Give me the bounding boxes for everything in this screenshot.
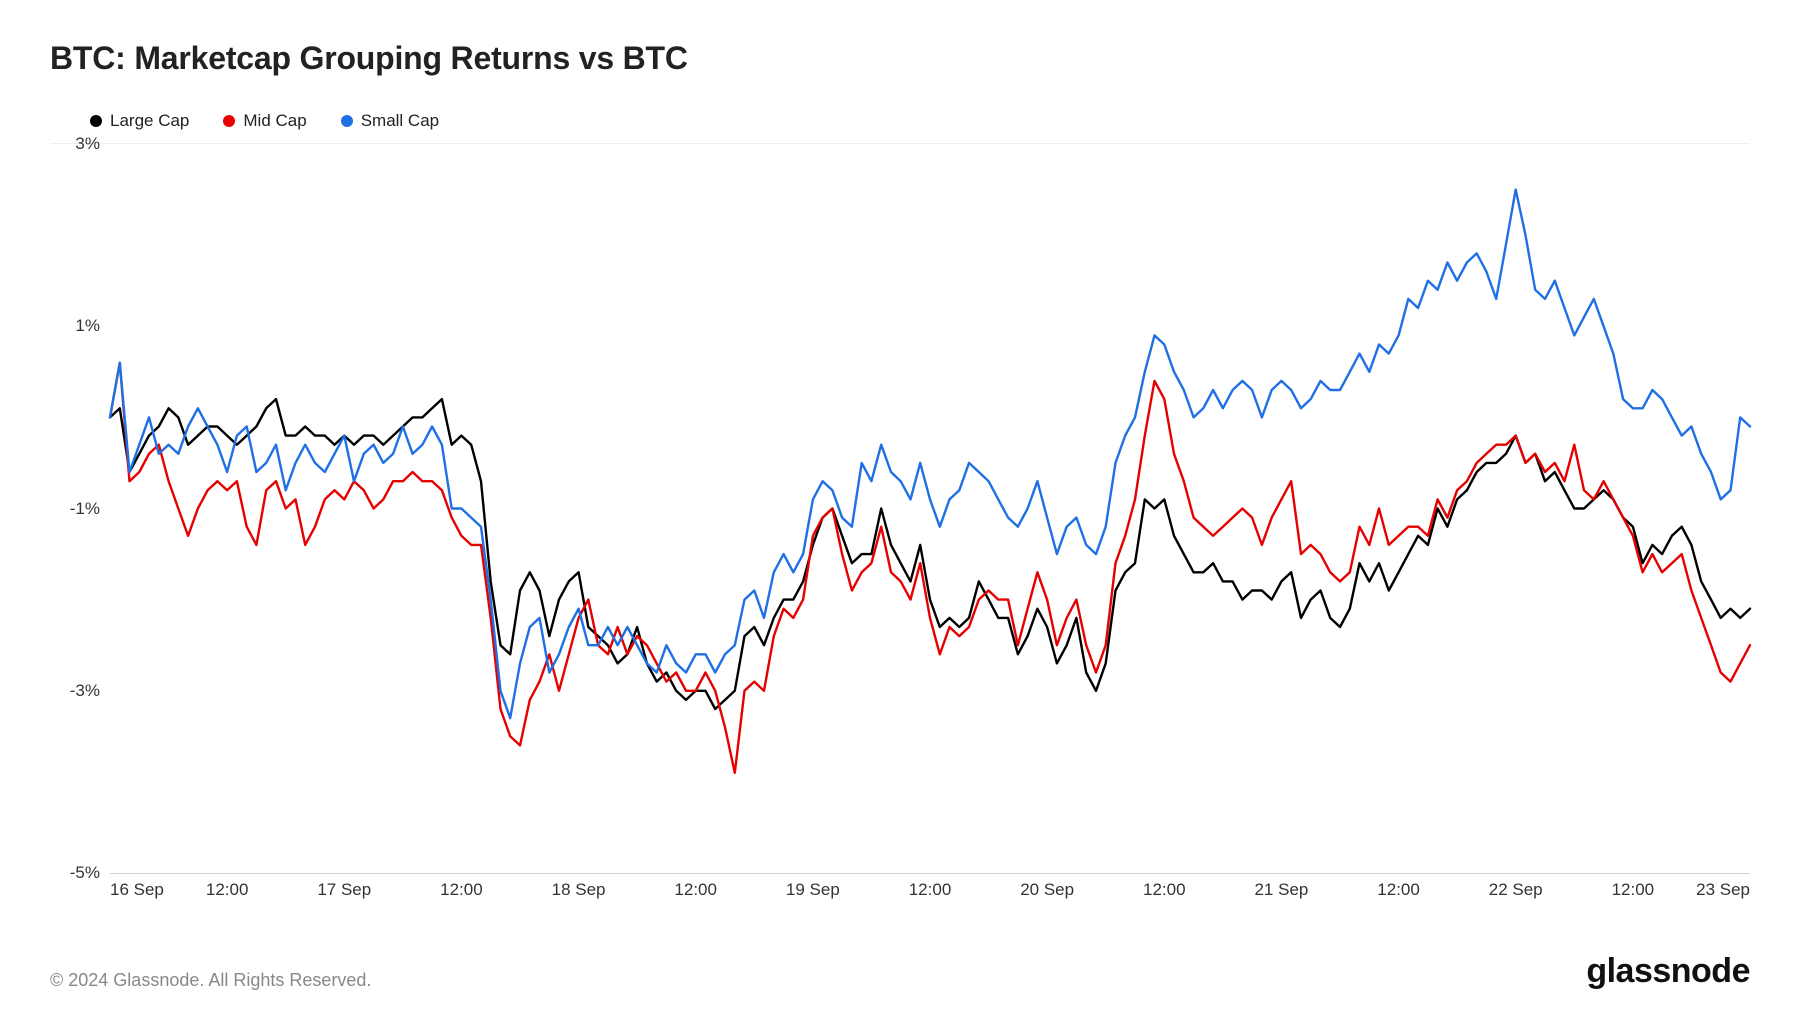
chart-area: 3%1%-1%-3%-5% 16 Sep12:0017 Sep12:0018 S… [50,144,1750,904]
y-axis: 3%1%-1%-3%-5% [50,144,110,874]
x-tick-label: 23 Sep [1696,880,1750,900]
x-tick-label: 22 Sep [1489,880,1543,900]
legend-label-large-cap: Large Cap [110,111,189,131]
x-tick-label: 12:00 [674,880,717,900]
x-tick-label: 17 Sep [317,880,371,900]
brand-logo: glassnode [1586,952,1750,991]
x-tick-label: 18 Sep [552,880,606,900]
x-tick-label: 19 Sep [786,880,840,900]
y-tick-label: 1% [50,316,100,336]
y-tick-label: -3% [50,681,100,701]
x-tick-label: 12:00 [909,880,952,900]
x-tick-label: 12:00 [1377,880,1420,900]
line-series-svg [110,144,1750,873]
legend-item-large-cap: Large Cap [90,111,189,131]
legend: Large Cap Mid Cap Small Cap [50,105,1750,144]
plot-area [110,144,1750,874]
x-tick-label: 12:00 [440,880,483,900]
copyright-text: © 2024 Glassnode. All Rights Reserved. [50,970,371,991]
y-tick-label: 3% [50,134,100,154]
x-tick-label: 12:00 [1612,880,1655,900]
series-line-small-cap [110,190,1750,719]
x-tick-label: 16 Sep [110,880,164,900]
x-tick-label: 12:00 [206,880,249,900]
x-axis: 16 Sep 12:00 17 Sep 12:00 18 Sep 12:00 19 Sep 1… [110,874,1750,904]
y-tick-label: -1% [50,499,100,519]
legend-dot-mid-cap-icon [223,115,235,127]
legend-item-mid-cap: Mid Cap [223,111,306,131]
y-tick-label: -5% [50,863,100,883]
legend-dot-large-cap-icon [90,115,102,127]
legend-item-small-cap: Small Cap [341,111,439,131]
legend-label-small-cap: Small Cap [361,111,439,131]
legend-label-mid-cap: Mid Cap [243,111,306,131]
series-line-mid-cap [110,363,1750,773]
x-tick-label: 21 Sep [1254,880,1308,900]
x-tick-label: 20 Sep [1020,880,1074,900]
x-tick-label: 12:00 [1143,880,1186,900]
legend-dot-small-cap-icon [341,115,353,127]
chart-title: BTC: Marketcap Grouping Returns vs BTC [50,40,1750,77]
